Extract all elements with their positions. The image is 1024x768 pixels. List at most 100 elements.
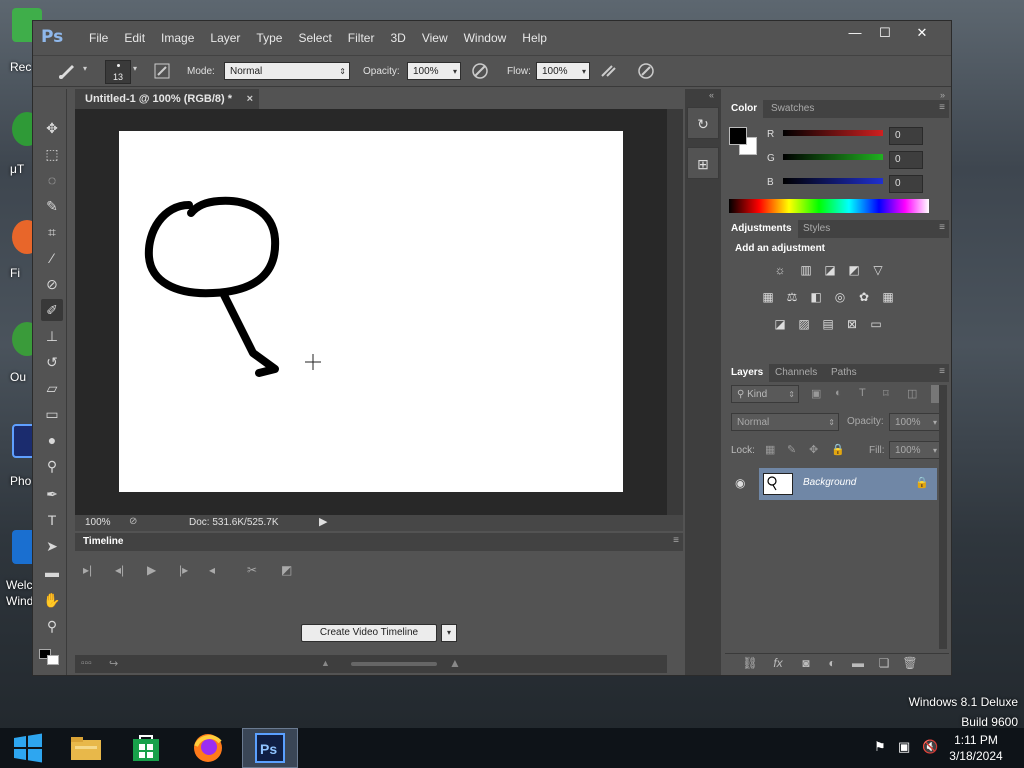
background-color-swatch[interactable] — [47, 655, 59, 665]
zoom-in-icon[interactable]: ▲ — [449, 656, 461, 670]
brush-panel-toggle-icon[interactable] — [153, 62, 171, 83]
status-menu-arrow-icon[interactable]: ▶ — [319, 515, 327, 528]
vertical-scrollbar[interactable] — [667, 109, 683, 516]
channel-mixer-icon[interactable]: ✿ — [855, 289, 873, 305]
menu-window[interactable]: Window — [456, 31, 515, 47]
green-value-field[interactable]: 0 — [889, 151, 923, 169]
clone-stamp-tool-icon[interactable]: ⊥ — [41, 325, 63, 347]
menu-edit[interactable]: Edit — [116, 31, 153, 47]
eraser-tool-icon[interactable]: ▱ — [41, 377, 63, 399]
pressure-opacity-icon[interactable] — [471, 62, 489, 83]
fill-input[interactable]: 100% ▾ — [889, 441, 941, 459]
panel-menu-icon[interactable]: ≡ — [673, 535, 679, 546]
new-adjustment-layer-icon[interactable]: ◐ — [823, 656, 841, 670]
taskbar-store[interactable] — [118, 728, 174, 768]
add-mask-icon[interactable]: ◙ — [797, 656, 815, 670]
delete-layer-icon[interactable]: 🗑 — [901, 656, 919, 670]
layer-row-background[interactable]: Background 🔒 — [759, 468, 937, 500]
color-lookup-icon[interactable]: ▦ — [879, 289, 897, 305]
filter-pixel-icon[interactable]: ▣ — [811, 387, 821, 400]
brush-tool-preset-icon[interactable] — [57, 62, 77, 83]
history-panel-icon[interactable]: ↻ — [687, 107, 719, 139]
tab-swatches[interactable]: Swatches — [765, 100, 820, 118]
history-brush-tool-icon[interactable]: ↺ — [41, 351, 63, 373]
hand-tool-icon[interactable]: ✋ — [41, 589, 63, 611]
desktop-icon-welcome[interactable]: Welc Wind — [0, 530, 42, 610]
gradient-tool-icon[interactable]: ▭ — [41, 403, 63, 425]
maximize-button[interactable]: ☐ — [871, 24, 899, 42]
move-tool-icon[interactable]: ✥ — [41, 117, 63, 139]
flow-input[interactable]: 100% ▾ — [536, 62, 590, 80]
collapse-panels-icon[interactable]: » — [940, 90, 945, 100]
desktop-icon-photoshop[interactable]: Pho — [0, 424, 42, 488]
layer-filter-dropdown[interactable]: ⚲ Kind ⇕ — [731, 385, 799, 403]
zoom-level[interactable]: 100% — [85, 517, 111, 528]
new-layer-icon[interactable]: ❏ — [875, 656, 893, 670]
document-tab[interactable]: Untitled-1 @ 100% (RGB/8) * × — [75, 89, 259, 109]
layer-style-fx-icon[interactable]: fx — [769, 656, 787, 670]
lasso-tool-icon[interactable]: ◌ — [41, 169, 63, 191]
color-slider-green[interactable]: G 0 — [725, 151, 949, 171]
layers-scrollbar[interactable] — [939, 385, 947, 649]
canvas[interactable] — [119, 131, 623, 492]
frame-icon[interactable]: ▫▫▫ — [81, 658, 92, 669]
previous-frame-icon[interactable]: ◂| — [115, 563, 124, 577]
blend-mode-dropdown[interactable]: Normal ⇕ — [731, 413, 839, 431]
menu-3d[interactable]: 3D — [382, 31, 413, 47]
menu-select[interactable]: Select — [290, 31, 339, 47]
posterize-icon[interactable]: ▨ — [795, 316, 813, 332]
timeline-zoom-slider[interactable] — [351, 662, 437, 666]
new-group-icon[interactable]: ▬ — [849, 656, 867, 670]
color-slider-red[interactable]: R 0 — [725, 127, 949, 147]
threshold-icon[interactable]: ▤ — [819, 316, 837, 332]
color-balance-icon[interactable]: ⚖ — [783, 289, 801, 305]
color-slider-blue[interactable]: B 0 — [725, 175, 949, 195]
close-tab-icon[interactable]: × — [247, 89, 253, 109]
panel-menu-icon[interactable]: ≡ — [939, 222, 945, 233]
pen-tool-icon[interactable]: ✒ — [41, 483, 63, 505]
mode-dropdown[interactable]: Normal ⇕ — [224, 62, 350, 80]
panel-menu-icon[interactable]: ≡ — [939, 366, 945, 377]
tab-adjustments[interactable]: Adjustments — [725, 220, 798, 238]
status-info-icon[interactable]: ⊘ — [129, 516, 137, 527]
menu-help[interactable]: Help — [514, 31, 555, 47]
taskbar-firefox[interactable] — [180, 728, 236, 768]
action-center-flag-icon[interactable]: ⚑ — [874, 739, 886, 755]
brush-size-picker[interactable]: 13 — [105, 60, 131, 84]
tab-channels[interactable]: Channels — [769, 364, 823, 382]
transition-icon[interactable]: ◩ — [281, 563, 292, 577]
system-clock[interactable]: 1:11 PM 3/18/2024 — [936, 732, 1016, 764]
filter-type-icon[interactable]: T — [859, 387, 866, 399]
lock-position-icon[interactable]: ✥ — [809, 443, 818, 456]
exposure-icon[interactable]: ◩ — [845, 262, 863, 278]
selective-color-icon[interactable]: ⊠ — [843, 316, 861, 332]
tab-layers[interactable]: Layers — [725, 364, 770, 382]
pressure-size-icon[interactable] — [637, 62, 655, 83]
green-slider-track[interactable] — [783, 154, 883, 160]
menu-layer[interactable]: Layer — [202, 31, 248, 47]
filter-adjustment-icon[interactable]: ◐ — [835, 387, 842, 399]
audio-icon[interactable]: ◂ — [209, 563, 215, 577]
menu-filter[interactable]: Filter — [340, 31, 383, 47]
tab-paths[interactable]: Paths — [825, 364, 863, 382]
hue-saturation-icon[interactable]: ▦ — [759, 289, 777, 305]
layer-opacity-input[interactable]: 100% ▾ — [889, 413, 941, 431]
panel-menu-icon[interactable]: ≡ — [939, 102, 945, 113]
blue-slider-track[interactable] — [783, 178, 883, 184]
menu-image[interactable]: Image — [153, 31, 202, 47]
expand-panels-icon[interactable]: « — [709, 90, 714, 100]
start-button[interactable] — [0, 728, 56, 768]
healing-brush-tool-icon[interactable]: ⊘ — [41, 273, 63, 295]
eyedropper-tool-icon[interactable]: ⁄ — [41, 247, 63, 269]
blur-tool-icon[interactable]: ● — [41, 429, 63, 451]
lock-transparent-icon[interactable]: ▦ — [765, 443, 775, 456]
chevron-down-icon[interactable]: ▾ — [133, 64, 137, 73]
desktop-icon-firefox[interactable]: Fi — [0, 220, 42, 280]
menu-type[interactable]: Type — [248, 31, 290, 47]
dodge-tool-icon[interactable]: ⚲ — [41, 455, 63, 477]
opacity-input[interactable]: 100% ▾ — [407, 62, 461, 80]
tab-styles[interactable]: Styles — [797, 220, 836, 238]
taskbar-photoshop[interactable]: Ps — [242, 728, 298, 768]
convert-icon[interactable]: ↪ — [109, 657, 118, 670]
filter-shape-icon[interactable]: ⌑ — [883, 387, 889, 400]
